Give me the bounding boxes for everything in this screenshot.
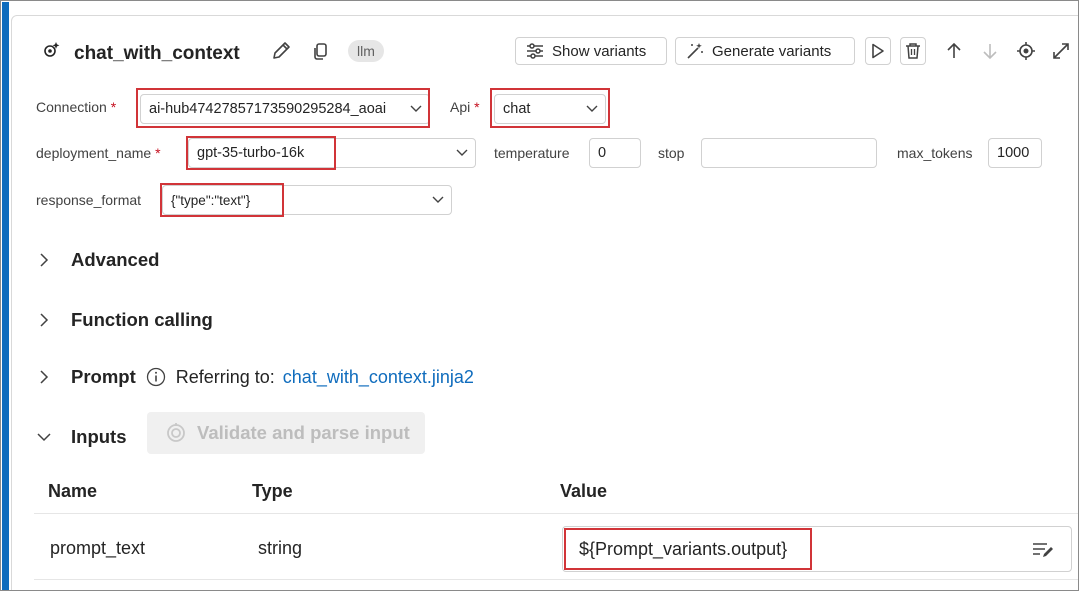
api-label: Api * xyxy=(450,99,480,115)
sliders-icon xyxy=(526,43,544,59)
prompt-label[interactable]: Prompt xyxy=(71,366,136,388)
input-type-cell: string xyxy=(258,538,303,558)
connection-label: Connection * xyxy=(36,99,117,115)
inputs-section-toggle[interactable]: Inputs xyxy=(36,426,127,448)
chevron-right-icon xyxy=(38,253,50,267)
prompt-section: Prompt Referring to: chat_with_context.j… xyxy=(38,366,474,388)
node-type-badge: llm xyxy=(348,40,384,62)
chevron-right-icon[interactable] xyxy=(38,370,50,384)
chevron-down-icon xyxy=(425,196,451,204)
column-header-value: Value xyxy=(560,481,608,501)
column-header-type: Type xyxy=(252,481,293,501)
trash-icon xyxy=(906,43,920,59)
delete-node-button[interactable] xyxy=(900,37,926,65)
generate-variants-button[interactable]: Generate variants xyxy=(675,37,855,65)
connection-highlight xyxy=(136,88,430,128)
magic-wand-icon xyxy=(686,42,704,60)
validate-icon xyxy=(165,422,187,444)
move-up-icon[interactable] xyxy=(946,42,962,60)
node-title: chat_with_context xyxy=(74,43,240,64)
function-calling-section-toggle[interactable]: Function calling xyxy=(38,309,213,331)
show-variants-label: Show variants xyxy=(552,42,647,60)
inputs-label: Inputs xyxy=(71,426,127,447)
input-value-highlight xyxy=(564,528,812,570)
node-panel: chat_with_context llm Show variants Gene… xyxy=(0,0,1079,591)
chevron-right-icon xyxy=(38,313,50,327)
table-divider xyxy=(34,579,1078,580)
response-format-highlight xyxy=(160,183,284,217)
table-divider xyxy=(34,513,1078,514)
function-calling-label: Function calling xyxy=(71,309,213,330)
run-node-button[interactable] xyxy=(865,37,891,65)
move-down-icon[interactable] xyxy=(982,42,998,60)
expand-icon[interactable] xyxy=(1051,41,1071,61)
response-format-label: response_format xyxy=(36,192,142,208)
temperature-input[interactable]: 0 xyxy=(589,138,641,168)
copy-icon[interactable] xyxy=(312,42,330,62)
llm-node-icon xyxy=(42,40,62,60)
advanced-label: Advanced xyxy=(71,249,160,270)
chevron-down-icon xyxy=(449,149,475,157)
advanced-section-toggle[interactable]: Advanced xyxy=(38,249,159,271)
play-icon xyxy=(872,43,884,59)
edit-value-icon[interactable] xyxy=(1031,540,1055,560)
info-icon[interactable] xyxy=(146,367,166,387)
referring-to-label: Referring to: xyxy=(175,366,275,387)
chevron-down-icon xyxy=(36,431,52,443)
input-name-cell: prompt_text xyxy=(50,538,146,558)
deployment-name-label: deployment_name * xyxy=(36,145,161,161)
node-card: chat_with_context llm Show variants Gene… xyxy=(11,15,1078,590)
locate-icon[interactable] xyxy=(1016,41,1036,61)
validate-parse-input-button[interactable]: Validate and parse input xyxy=(147,412,425,454)
stop-input[interactable] xyxy=(701,138,877,168)
stop-label: stop xyxy=(658,145,685,161)
edit-name-icon[interactable] xyxy=(270,40,292,62)
temperature-label: temperature xyxy=(494,145,570,161)
generate-variants-label: Generate variants xyxy=(712,42,832,60)
deployment-name-highlight xyxy=(186,136,336,170)
prompt-file-link[interactable]: chat_with_context.jinja2 xyxy=(283,367,474,388)
validate-parse-input-label: Validate and parse input xyxy=(197,422,410,443)
column-header-name: Name xyxy=(48,481,98,501)
show-variants-button[interactable]: Show variants xyxy=(515,37,667,65)
selection-accent-bar xyxy=(2,2,9,590)
max-tokens-label: max_tokens xyxy=(897,145,973,161)
api-highlight xyxy=(490,88,610,128)
max-tokens-input[interactable]: 1000 xyxy=(988,138,1042,168)
